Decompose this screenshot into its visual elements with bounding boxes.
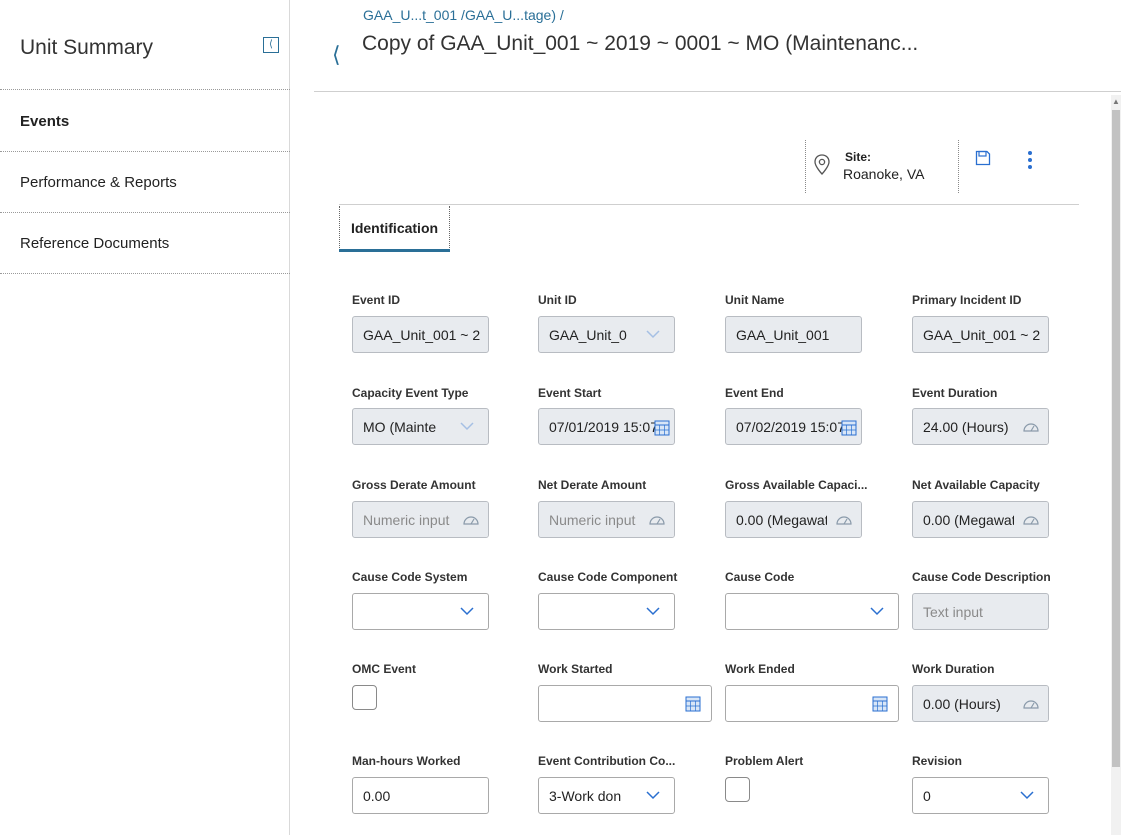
gauge-icon[interactable]	[640, 502, 674, 537]
unit-id-select[interactable]: GAA_Unit_0	[538, 316, 675, 353]
cause-code-system-select[interactable]	[352, 593, 489, 630]
net-derate-amount-label: Net Derate Amount	[538, 478, 647, 492]
save-icon[interactable]	[975, 150, 991, 166]
sidebar-item-performance-reports[interactable]: Performance & Reports	[0, 152, 290, 213]
toolbar-separator	[805, 140, 806, 193]
collapse-left-icon[interactable]: ⟨	[263, 37, 279, 53]
calendar-icon[interactable]	[652, 419, 672, 437]
calendar-icon[interactable]	[839, 419, 859, 437]
work-ended-label: Work Ended	[725, 662, 795, 676]
event-end-field[interactable]: 07/02/2019 15:07:36	[725, 408, 862, 445]
chevron-down-icon	[870, 607, 884, 616]
primary-incident-id-label: Primary Incident ID	[912, 293, 1022, 307]
tab-identification[interactable]: Identification	[339, 206, 450, 250]
tab-active-indicator	[339, 249, 450, 252]
cause-code-description-field[interactable]: Text input	[912, 593, 1049, 630]
site-value: Roanoke, VA	[843, 166, 925, 182]
cause-code-system-label: Cause Code System	[352, 570, 468, 584]
chevron-down-icon	[1020, 791, 1034, 800]
problem-alert-checkbox[interactable]	[725, 777, 750, 802]
unit-name-field[interactable]: GAA_Unit_001	[725, 316, 862, 353]
event-duration-label: Event Duration	[912, 386, 998, 400]
work-duration-label: Work Duration	[912, 662, 995, 676]
gauge-icon[interactable]	[454, 502, 488, 537]
event-id-label: Event ID	[352, 293, 401, 307]
capacity-event-type-select[interactable]: MO (Mainte	[352, 408, 489, 445]
breadcrumb[interactable]: GAA_U...t_001 /GAA_U...tage) /	[363, 7, 564, 23]
gross-derate-amount-field[interactable]: Numeric input	[352, 501, 489, 538]
omc-event-checkbox[interactable]	[352, 685, 377, 710]
capacity-event-type-label: Capacity Event Type	[352, 386, 469, 400]
gross-available-capacity-label: Gross Available Capaci...	[725, 478, 868, 492]
scrollbar-thumb[interactable]	[1112, 110, 1120, 767]
chevron-down-icon	[460, 422, 474, 431]
work-started-label: Work Started	[538, 662, 613, 676]
gauge-icon[interactable]	[827, 502, 861, 537]
event-contribution-code-select[interactable]: 3-Work don	[538, 777, 675, 814]
calendar-icon[interactable]	[870, 695, 890, 713]
net-available-capacity-label: Net Available Capacity	[912, 478, 1040, 492]
net-derate-amount-field[interactable]: Numeric input	[538, 501, 675, 538]
event-start-label: Event Start	[538, 386, 602, 400]
cause-code-select[interactable]	[725, 593, 899, 630]
sidebar-header: Unit Summary ⟨	[0, 0, 290, 90]
location-pin-icon	[814, 154, 830, 175]
back-arrow-icon[interactable]: ⟨	[332, 42, 341, 68]
event-start-field[interactable]: 07/01/2019 15:07:33	[538, 408, 675, 445]
omc-event-label: OMC Event	[352, 662, 417, 676]
sidebar-item-reference-documents[interactable]: Reference Documents	[0, 213, 290, 274]
net-available-capacity-field[interactable]: 0.00 (Megawatts)	[912, 501, 1049, 538]
chevron-down-icon	[646, 791, 660, 800]
gross-derate-amount-label: Gross Derate Amount	[352, 478, 476, 492]
man-hours-worked-label: Man-hours Worked	[352, 754, 461, 768]
cause-code-component-select[interactable]	[538, 593, 675, 630]
cause-code-component-label: Cause Code Component	[538, 570, 678, 584]
scroll-up-icon[interactable]: ▲	[1112, 97, 1120, 106]
gross-available-capacity-field[interactable]: 0.00 (Megawatts)	[725, 501, 862, 538]
sidebar-title: Unit Summary	[20, 36, 154, 59]
man-hours-worked-field[interactable]: 0.00	[352, 777, 489, 814]
unit-name-label: Unit Name	[725, 293, 785, 307]
revision-label: Revision	[912, 754, 963, 768]
event-id-field[interactable]: GAA_Unit_001 ~ 2	[352, 316, 489, 353]
page-title: Copy of GAA_Unit_001 ~ 2019 ~ 0001 ~ MO …	[362, 32, 919, 55]
gauge-icon[interactable]	[1014, 686, 1048, 721]
work-started-field[interactable]	[538, 685, 712, 722]
sidebar: Unit Summary ⟨ Events Performance & Repo…	[0, 0, 290, 835]
event-contribution-code-label: Event Contribution Co...	[538, 754, 676, 768]
work-ended-field[interactable]	[725, 685, 899, 722]
toolbar-separator	[958, 140, 959, 193]
primary-incident-id-field[interactable]: GAA_Unit_001 ~ 2	[912, 316, 1049, 353]
cause-code-description-label: Cause Code Description	[912, 570, 1051, 584]
revision-select[interactable]: 0	[912, 777, 1049, 814]
header-divider	[314, 91, 1121, 92]
gauge-icon[interactable]	[1014, 502, 1048, 537]
chevron-down-icon	[646, 330, 660, 339]
work-duration-field[interactable]: 0.00 (Hours)	[912, 685, 1049, 722]
calendar-icon[interactable]	[683, 695, 703, 713]
chevron-down-icon	[460, 607, 474, 616]
gauge-icon[interactable]	[1014, 409, 1048, 444]
cause-code-label: Cause Code	[725, 570, 795, 584]
problem-alert-label: Problem Alert	[725, 754, 804, 768]
event-duration-field[interactable]: 24.00 (Hours)	[912, 408, 1049, 445]
toolbar-divider	[339, 204, 1079, 205]
event-end-label: Event End	[725, 386, 784, 400]
unit-id-label: Unit ID	[538, 293, 577, 307]
chevron-down-icon	[646, 607, 660, 616]
more-options-icon[interactable]	[1027, 151, 1033, 171]
site-label: Site:	[845, 150, 872, 164]
sidebar-item-events[interactable]: Events	[0, 91, 290, 152]
